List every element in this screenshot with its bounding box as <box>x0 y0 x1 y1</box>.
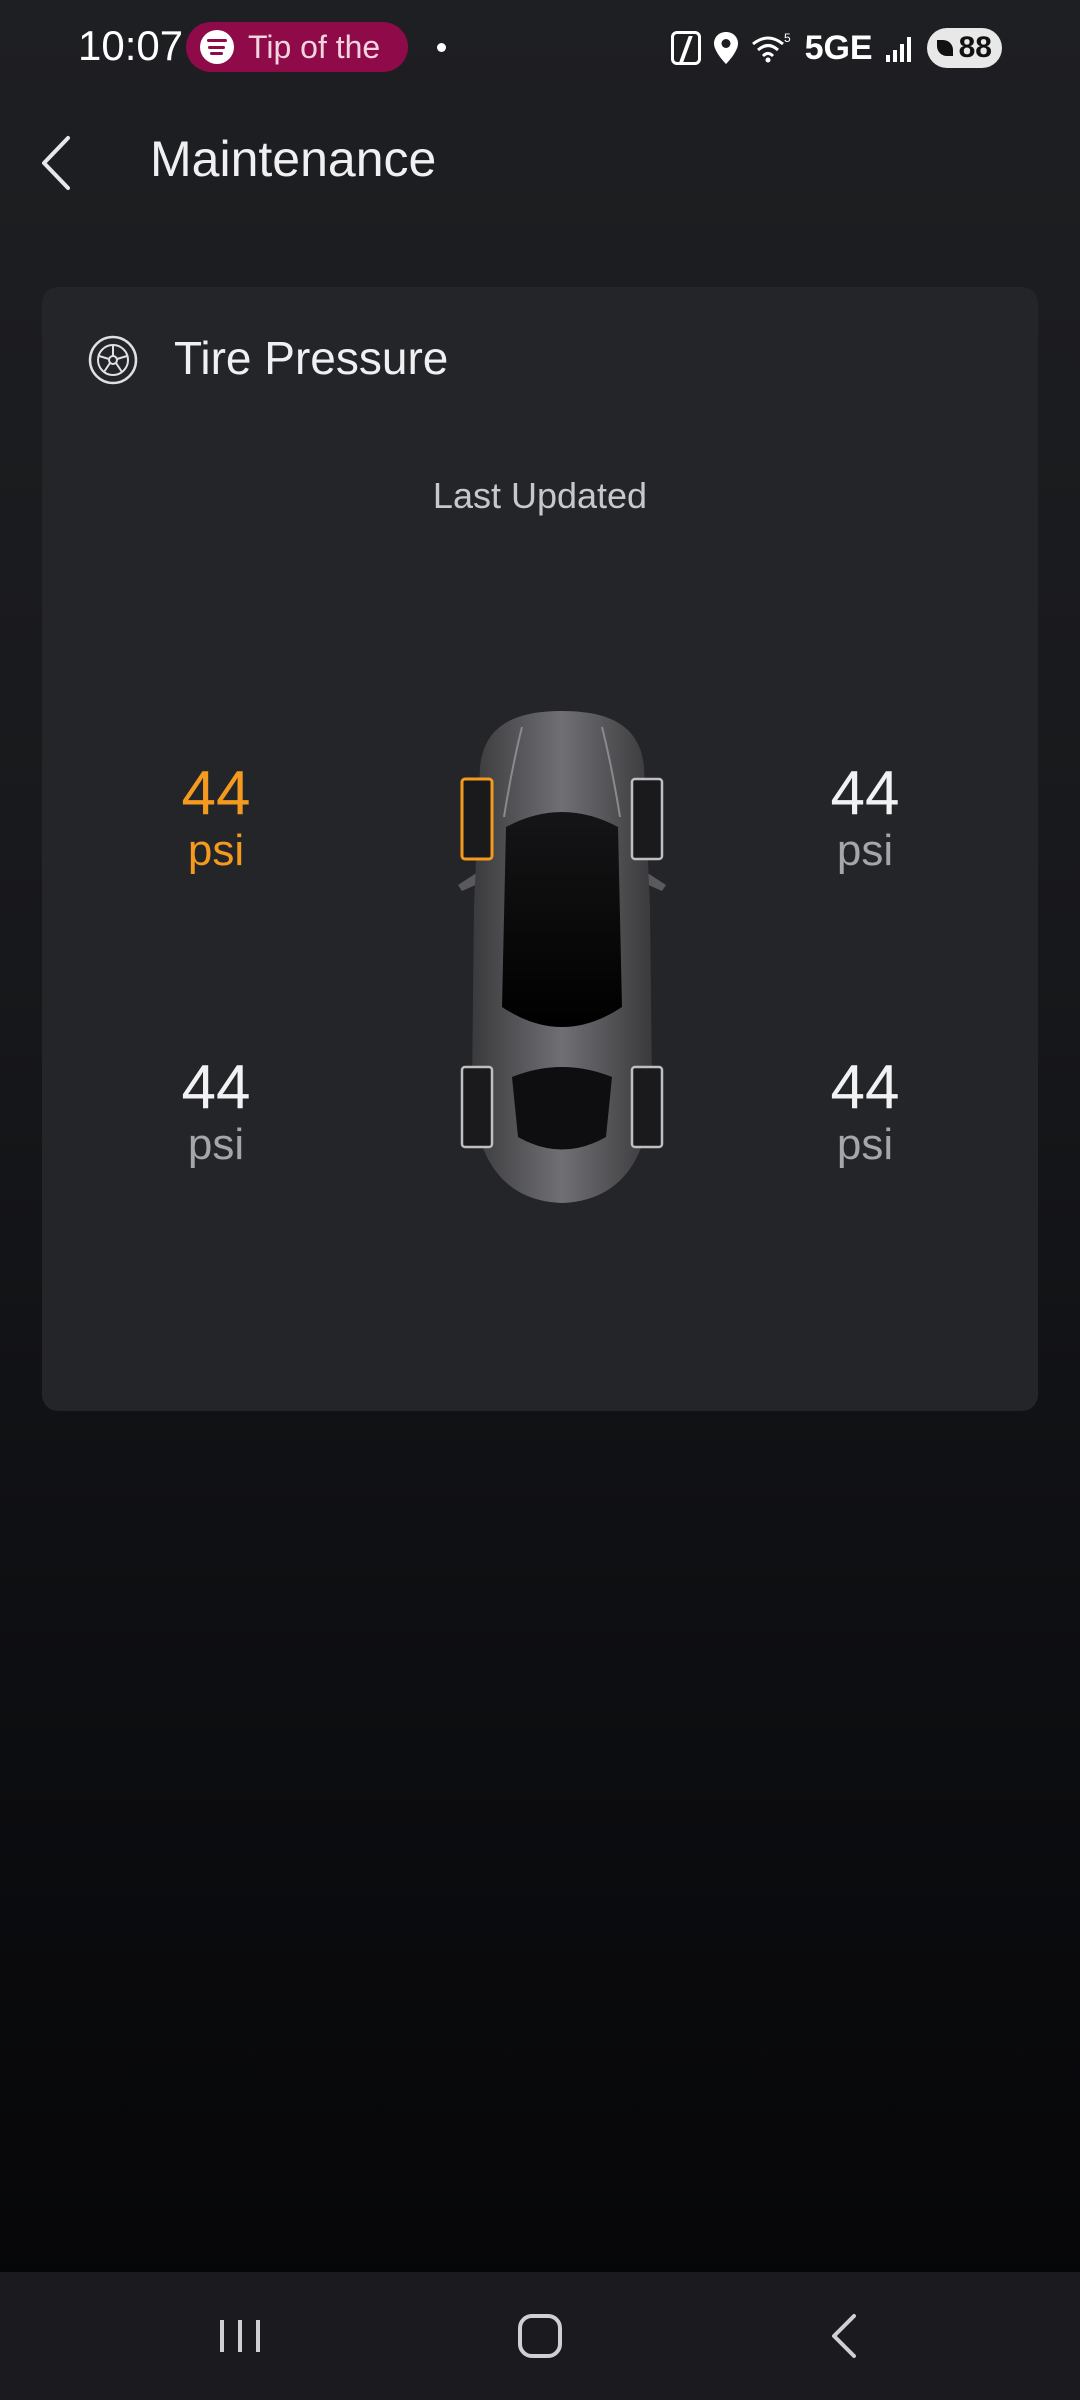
tire-pressure-value: 44 <box>830 1053 900 1122</box>
wifi-icon: 5 <box>751 32 791 63</box>
status-bar: 10:07 Tip of the 5 5GE 88 <box>0 0 1080 96</box>
front-right-tire-reading: 44 psi <box>765 762 965 876</box>
battery-indicator: 88 <box>926 28 1002 68</box>
location-icon <box>713 32 738 64</box>
network-type: 5GE <box>804 28 873 67</box>
rear-left-tire <box>460 1065 494 1149</box>
chevron-left-icon <box>42 136 70 190</box>
rear-right-tire-reading: 44 psi <box>765 1056 965 1170</box>
rear-right-tire <box>630 1065 664 1149</box>
back-icon[interactable] <box>820 2308 870 2364</box>
media-notification-pill[interactable]: Tip of the <box>186 22 408 72</box>
nfc-icon <box>670 31 701 65</box>
tire-pressure-unit: psi <box>836 826 894 875</box>
tire-pressure-card[interactable]: Tire Pressure Last Updated 44 psi 44 psi… <box>42 287 1038 1411</box>
front-left-tire <box>460 777 494 861</box>
recents-icon[interactable] <box>210 2312 270 2360</box>
card-title: Tire Pressure <box>174 332 449 384</box>
page-title: Maintenance <box>150 131 437 187</box>
status-icons: 5 5GE 88 <box>670 20 1002 76</box>
battery-level: 88 <box>958 31 992 64</box>
front-right-tire <box>630 777 664 861</box>
signal-icon <box>885 37 911 62</box>
tire-icon <box>88 335 138 385</box>
media-title: Tip of the <box>248 28 381 65</box>
tire-pressure-unit: psi <box>836 1120 894 1169</box>
svg-text:5: 5 <box>784 32 791 45</box>
last-updated-label: Last Updated <box>432 475 648 516</box>
power-saving-icon <box>936 40 953 56</box>
car-top-view <box>458 711 666 1203</box>
spotify-icon <box>200 30 234 64</box>
system-nav-bar <box>0 2272 1080 2400</box>
tire-pressure-unit: psi <box>187 1120 245 1169</box>
tire-pressure-unit: psi <box>187 826 245 875</box>
back-button[interactable] <box>30 128 90 198</box>
notification-dot-icon <box>437 43 446 52</box>
home-icon[interactable] <box>514 2310 566 2362</box>
rear-left-tire-reading: 44 psi <box>116 1056 316 1170</box>
front-left-tire-reading: 44 psi <box>116 762 316 876</box>
status-time: 10:07 <box>78 22 184 69</box>
tire-pressure-value: 44 <box>181 759 251 828</box>
tire-pressure-value: 44 <box>181 1053 251 1122</box>
tire-pressure-value: 44 <box>830 759 900 828</box>
